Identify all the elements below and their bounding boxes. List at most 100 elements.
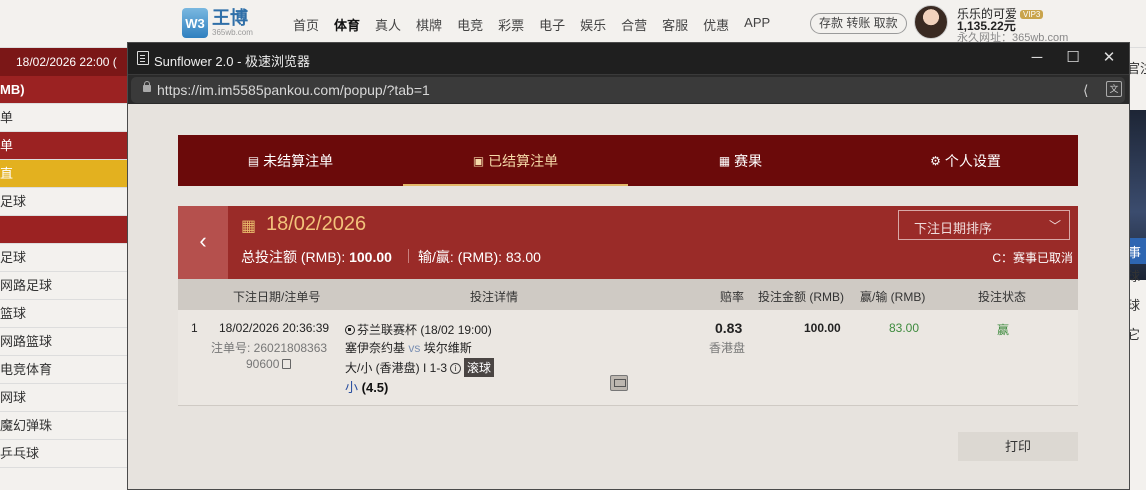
sidebar-item[interactable]: 单: [0, 132, 127, 160]
chevron-down-icon: ﹀: [1048, 219, 1061, 233]
tab-settled[interactable]: ▣ 已结算注单: [403, 135, 628, 186]
copy-icon[interactable]: [282, 359, 292, 369]
stadium-icon[interactable]: [610, 375, 628, 391]
summary-divider: [408, 249, 409, 263]
info-icon[interactable]: i: [450, 363, 462, 374]
scoreboard-icon: ▦: [718, 153, 731, 168]
address-bar: https://im.im5585pankou.com/popup/?tab=1…: [128, 74, 1129, 104]
nav-item-live[interactable]: 真人: [375, 15, 401, 34]
column-header: 下注日期/注单号: [233, 290, 321, 304]
sidebar-item[interactable]: 网路足球: [0, 272, 127, 300]
popup-browser-window: Sunflower 2.0 - 极速浏览器 ─ ☐ ✕ https://im.i…: [127, 42, 1130, 490]
translate-icon[interactable]: 文: [1106, 81, 1122, 97]
deposit-transfer-withdraw-button[interactable]: 存款 转账 取款: [810, 13, 907, 34]
url-text[interactable]: https://im.im5585pankou.com/popup/?tab=1: [157, 82, 430, 98]
calendar-icon: ▦: [241, 218, 257, 235]
sidebar-item[interactable]: 网路篮球: [0, 328, 127, 356]
total-winloss: 输/赢: (RMB): 83.00: [418, 249, 541, 265]
sports-sidebar: 18/02/2026 22:00 ( MB) 单单直足球 足球 网路足球 篮球 网路篮球电…: [0, 48, 127, 490]
tab-settings[interactable]: ⚙ 个人设置: [853, 135, 1078, 186]
logo-name: 王博: [212, 8, 248, 28]
tab-label: 赛果: [734, 152, 763, 169]
settled-icon: ▣: [472, 153, 485, 168]
site-nav: 首页 体育 真人 棋牌 电竞 彩票 电子 娱乐 合营 客服 优惠 APP: [293, 15, 785, 34]
sidebar-item[interactable]: 魔幻弹珠: [0, 412, 127, 440]
league: 芬兰联赛杯 (18/02 19:00): [345, 321, 492, 338]
window-titlebar[interactable]: Sunflower 2.0 - 极速浏览器 ─ ☐ ✕: [128, 43, 1129, 74]
sidebar-item[interactable]: [0, 216, 127, 244]
bet-number-cont: 90600: [246, 357, 292, 371]
sidebar-item[interactable]: 网球: [0, 384, 127, 412]
avatar[interactable]: [914, 5, 948, 39]
column-header: 赢/输 (RMB): [860, 290, 926, 304]
tab-label: 个人设置: [944, 152, 1001, 169]
previous-date-button[interactable]: ‹: [178, 206, 228, 279]
sidebar-item[interactable]: 单: [0, 104, 127, 132]
odds-value: 0.83: [715, 320, 743, 336]
column-header: 投注状态: [978, 290, 1027, 304]
minimize-icon[interactable]: ─: [1024, 48, 1050, 68]
nav-item-app[interactable]: APP: [744, 15, 770, 34]
column-header: 投注金额 (RMB): [758, 290, 844, 304]
nav-item-esports[interactable]: 电竞: [457, 15, 483, 34]
close-icon[interactable]: ✕: [1096, 48, 1122, 68]
nav-item-slots[interactable]: 电子: [539, 15, 565, 34]
nav-item-sports[interactable]: 体育: [334, 15, 360, 34]
tab-unsettled[interactable]: ▤ 未结算注单: [178, 135, 403, 186]
summary-date: 18/02/2026: [266, 213, 367, 235]
stake-amount: 100.00: [804, 321, 841, 335]
site-logo[interactable]: W3 王博 365wb.com: [182, 8, 253, 38]
table-row: 1 18/02/2026 20:36:39 注单号: 26021808363 9…: [178, 310, 1078, 406]
bet-selection: 小 (4.5): [345, 380, 389, 395]
sidebar-item[interactable]: 直: [0, 160, 127, 188]
bet-market: 大/小 (香港盘) I 1-3 i 滚球: [345, 358, 495, 377]
winloss-amount: 83.00: [889, 321, 920, 335]
site-header: W3 王博 365wb.com 首页 体育 真人 棋牌 电竞 彩票 电子 娱乐 …: [0, 0, 1146, 48]
sidebar-date: 18/02/2026 22:00 (: [0, 48, 127, 76]
column-header: 投注详情: [470, 290, 519, 304]
sidebar-item[interactable]: 足球: [0, 244, 127, 272]
total-stake: 总投注额 (RMB): 100.00: [241, 249, 392, 265]
nav-item-home[interactable]: 首页: [293, 15, 319, 34]
nav-item-entertainment[interactable]: 娱乐: [580, 15, 606, 34]
maximize-icon[interactable]: ☐: [1060, 48, 1086, 68]
gear-icon: ⚙: [930, 153, 941, 168]
sidebar-item[interactable]: 电竞体育: [0, 356, 127, 384]
sidebar-item[interactable]: MB): [0, 76, 127, 104]
sidebar-item[interactable]: 乒乓球: [0, 440, 127, 468]
odds-type: 香港盘: [709, 341, 746, 355]
soccer-ball-icon: [345, 325, 355, 335]
receipt-icon: ▤: [247, 153, 260, 168]
lock-icon: [143, 81, 151, 92]
logo-badge: W3: [182, 8, 208, 38]
settled-summary: ‹ ▦ 18/02/2026 总投注额 (RMB): 100.00 输/赢: (…: [178, 206, 1078, 279]
tab-results[interactable]: ▦ 赛果: [628, 135, 853, 186]
column-header: 赔率: [720, 290, 745, 304]
print-button[interactable]: 打印: [958, 432, 1078, 461]
app-icon: [137, 51, 149, 65]
match-teams: 塞伊奈约基 vs 埃尔维斯: [345, 341, 472, 355]
tab-label: 已结算注单: [488, 152, 559, 169]
logo-sub: 365wb.com: [212, 28, 253, 37]
tab-label: 未结算注单: [263, 152, 334, 169]
vip-badge: VIP3: [1020, 10, 1044, 20]
url-field[interactable]: https://im.im5585pankou.com/popup/?tab=1…: [131, 77, 1125, 103]
status-badge: 赢: [997, 323, 1010, 337]
nav-item-lottery[interactable]: 彩票: [498, 15, 524, 34]
sidebar-item[interactable]: 篮球: [0, 300, 127, 328]
bet-tabs: ▤ 未结算注单 ▣ 已结算注单 ▦ 赛果 ⚙ 个人设置: [178, 135, 1078, 186]
bet-datetime: 18/02/2026 20:36:39: [219, 321, 330, 335]
share-icon[interactable]: ⟨: [1083, 82, 1088, 99]
nav-item-support[interactable]: 客服: [662, 15, 688, 34]
nav-item-promotions[interactable]: 优惠: [703, 15, 729, 34]
sort-dropdown[interactable]: 下注日期排序 ﹀: [898, 210, 1070, 240]
nav-item-affiliate[interactable]: 合营: [621, 15, 647, 34]
nav-item-cards[interactable]: 棋牌: [416, 15, 442, 34]
window-title: Sunflower 2.0 - 极速浏览器: [154, 54, 311, 69]
live-badge: 滚球: [464, 358, 495, 377]
cancelled-legend: C：赛事已取消: [992, 251, 1073, 265]
table-header: 下注日期/注单号 投注详情 赔率 投注金额 (RMB) 赢/输 (RMB) 投注…: [178, 279, 1078, 310]
bet-number: 注单号: 26021808363: [211, 341, 328, 355]
sidebar-item[interactable]: 足球: [0, 188, 127, 216]
row-index: 1: [191, 321, 198, 335]
